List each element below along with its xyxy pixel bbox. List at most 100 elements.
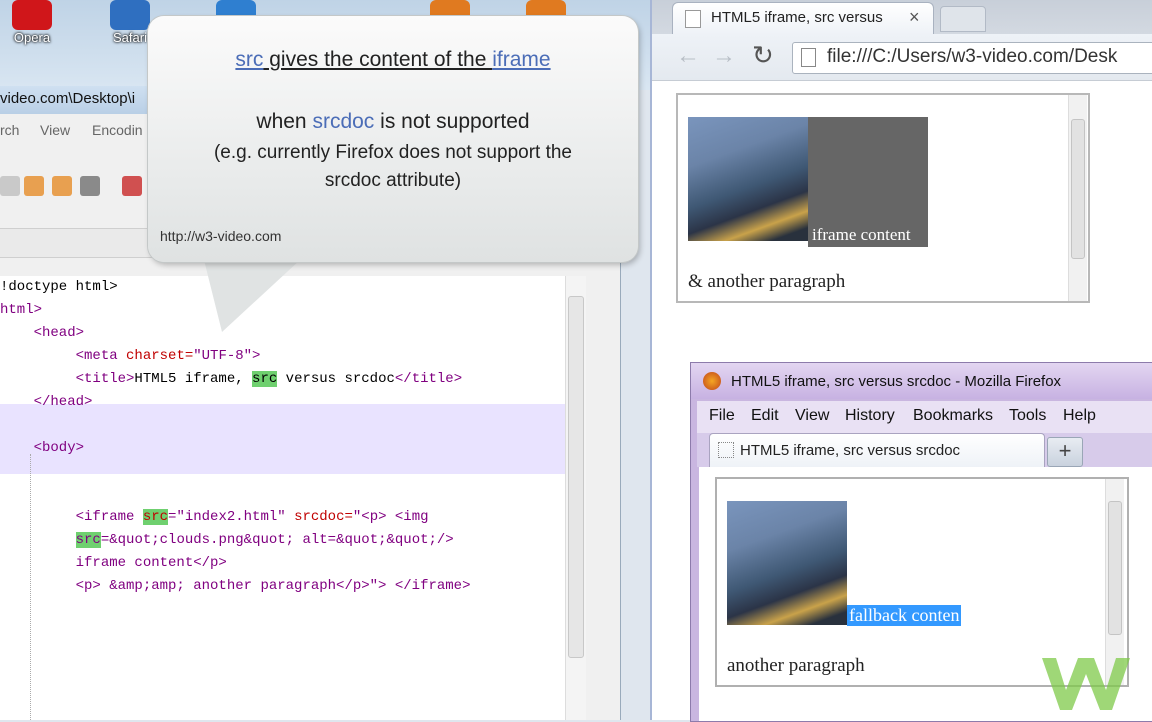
selection-highlight — [0, 404, 565, 474]
iframe-paragraph: & another paragraph — [688, 271, 846, 292]
code-token: =&quot;clouds.png&quot; alt=&quot;&quot;… — [100, 532, 454, 548]
callout-srcdoc-word: srcdoc — [312, 110, 375, 133]
firefox-logo-icon — [703, 372, 721, 390]
code-token: html> — [0, 302, 43, 318]
code-token: "<p> <img — [352, 509, 429, 525]
code-token: HTML5 iframe, — [134, 371, 253, 387]
code-token: src — [142, 509, 169, 525]
code-line: src=&quot;clouds.png&quot; alt=&quot;&qu… — [0, 529, 454, 551]
safari-icon — [110, 0, 150, 30]
code-line: <head> — [0, 322, 84, 344]
callout-text: when — [256, 110, 313, 133]
code-line: iframe content</p> — [0, 552, 227, 574]
w3-video-logo-icon — [1042, 658, 1130, 710]
address-text: file:///C:/Users/w3-video.com/Desk — [827, 46, 1118, 67]
code-token: </head> — [0, 394, 93, 410]
chrome-toolbar: ← → ↻ file:///C:/Users/w3-video.com/Desk — [652, 34, 1152, 81]
page-icon — [718, 442, 734, 458]
code-line: <meta charset="UTF-8"> — [0, 345, 261, 367]
editor-scrollbar-thumb[interactable] — [568, 296, 584, 658]
callout-text: is not supported — [374, 110, 530, 133]
selected-fallback-text[interactable]: fallback conten — [847, 605, 962, 626]
firefox-tabbar: HTML5 iframe, src versus srcdoc + — [697, 433, 1152, 468]
code-line: <p> &amp;amp; another paragraph</p>"> </… — [0, 575, 471, 597]
callout-src-word: src — [235, 48, 264, 71]
code-token: !doctype html> — [0, 279, 118, 295]
firefox-tab-title: HTML5 iframe, src versus srcdoc — [740, 442, 961, 459]
toolbar-button[interactable] — [0, 176, 20, 196]
iframe-scrollbar-thumb[interactable] — [1108, 501, 1122, 635]
back-icon[interactable]: ← — [676, 42, 700, 70]
code-token: srcdoc= — [294, 509, 353, 525]
code-token: charset= — [126, 348, 194, 364]
firefox-titlebar: HTML5 iframe, src versus srcdoc - Mozill… — [691, 363, 1152, 399]
print-icon[interactable] — [80, 176, 100, 196]
code-token: <body> — [0, 440, 85, 456]
code-token: "UTF-8"> — [193, 348, 261, 364]
clouds-image — [688, 117, 808, 241]
tab-close-icon[interactable]: × — [909, 7, 920, 28]
menu-item-tools[interactable]: Tools — [1009, 407, 1046, 425]
clouds-image — [727, 501, 847, 625]
code-token: <meta — [0, 348, 127, 364]
code-line: !doctype html> — [0, 276, 118, 298]
code-token: versus srcdoc — [277, 371, 395, 387]
menu-item-view[interactable]: View — [795, 407, 829, 425]
code-token: iframe content</p> — [0, 555, 227, 571]
callout-line-3: (e.g. currently Firefox does not support… — [213, 142, 572, 163]
menu-item-view[interactable]: View — [40, 122, 70, 138]
iframe-content-block: iframe content — [808, 117, 928, 247]
code-line: </head> — [0, 391, 93, 413]
desktop-icon-label: Opera — [13, 30, 51, 45]
menu-item-search[interactable]: rch — [0, 122, 19, 138]
callout-bubble: src gives the content of the iframe when… — [148, 16, 638, 262]
code-token: ="index2.html" — [168, 509, 295, 525]
desktop-icon-opera[interactable]: Opera — [2, 0, 62, 50]
code-line: <iframe src="index2.html" srcdoc="<p> <i… — [0, 506, 429, 528]
reload-icon[interactable]: ↻ — [752, 40, 774, 71]
code-line: <title>HTML5 iframe, src versus srcdoc</… — [0, 368, 462, 390]
code-token: <iframe — [0, 509, 143, 525]
code-token: src — [252, 371, 278, 387]
firefox-title: HTML5 iframe, src versus srcdoc - Mozill… — [731, 373, 1062, 390]
address-bar[interactable]: file:///C:/Users/w3-video.com/Desk — [792, 42, 1152, 74]
menu-item-file[interactable]: File — [709, 407, 735, 425]
menu-item-encoding[interactable]: Encodin — [92, 122, 143, 138]
firefox-menubar: File Edit View History Bookmarks Tools H… — [697, 401, 1152, 433]
close-all-icon[interactable] — [52, 176, 72, 196]
code-token: <title> — [0, 371, 135, 387]
close-file-icon[interactable] — [24, 176, 44, 196]
code-editor[interactable]: !doctype html> html> <head> <meta charset… — [0, 276, 565, 720]
file-icon — [801, 48, 816, 67]
code-token: <p> &amp;amp; another paragraph</p>"> </… — [0, 578, 471, 594]
menu-item-help[interactable]: Help — [1063, 407, 1096, 425]
code-line: html> — [0, 299, 42, 321]
code-line: <body> — [0, 437, 84, 459]
callout-text: gives the content of the — [263, 48, 493, 71]
iframe-paragraph: another paragraph — [727, 655, 865, 676]
callout-iframe-word: iframe — [492, 48, 551, 71]
menu-item-bookmarks[interactable]: Bookmarks — [913, 407, 993, 425]
forward-icon[interactable]: → — [712, 42, 736, 70]
chrome-tabstrip: HTML5 iframe, src versus × — [652, 0, 1152, 35]
callout-line-2: when srcdoc is not supported — [148, 110, 638, 134]
menu-item-history[interactable]: History — [845, 407, 895, 425]
code-token: </title> — [394, 371, 463, 387]
menu-item-edit[interactable]: Edit — [751, 407, 779, 425]
editor-path: video.com\Desktop\i — [0, 90, 136, 107]
iframe-scrollbar[interactable] — [1068, 95, 1087, 301]
firefox-tab[interactable]: HTML5 iframe, src versus srcdoc — [709, 433, 1045, 468]
callout-tail — [204, 260, 300, 332]
indent-guide — [30, 454, 31, 720]
iframe-caption: iframe content — [812, 225, 911, 244]
chrome-tab[interactable]: HTML5 iframe, src versus × — [672, 2, 934, 35]
opera-icon — [12, 0, 52, 30]
cut-icon[interactable] — [122, 176, 142, 196]
page-icon — [685, 10, 701, 28]
callout-credit: http://w3-video.com — [160, 228, 282, 244]
new-tab-button[interactable]: + — [1047, 437, 1083, 467]
code-token: <head> — [0, 325, 85, 341]
iframe-box: iframe content & another paragraph — [676, 93, 1090, 303]
iframe-scrollbar-thumb[interactable] — [1071, 119, 1085, 259]
new-tab-button[interactable] — [940, 6, 986, 32]
